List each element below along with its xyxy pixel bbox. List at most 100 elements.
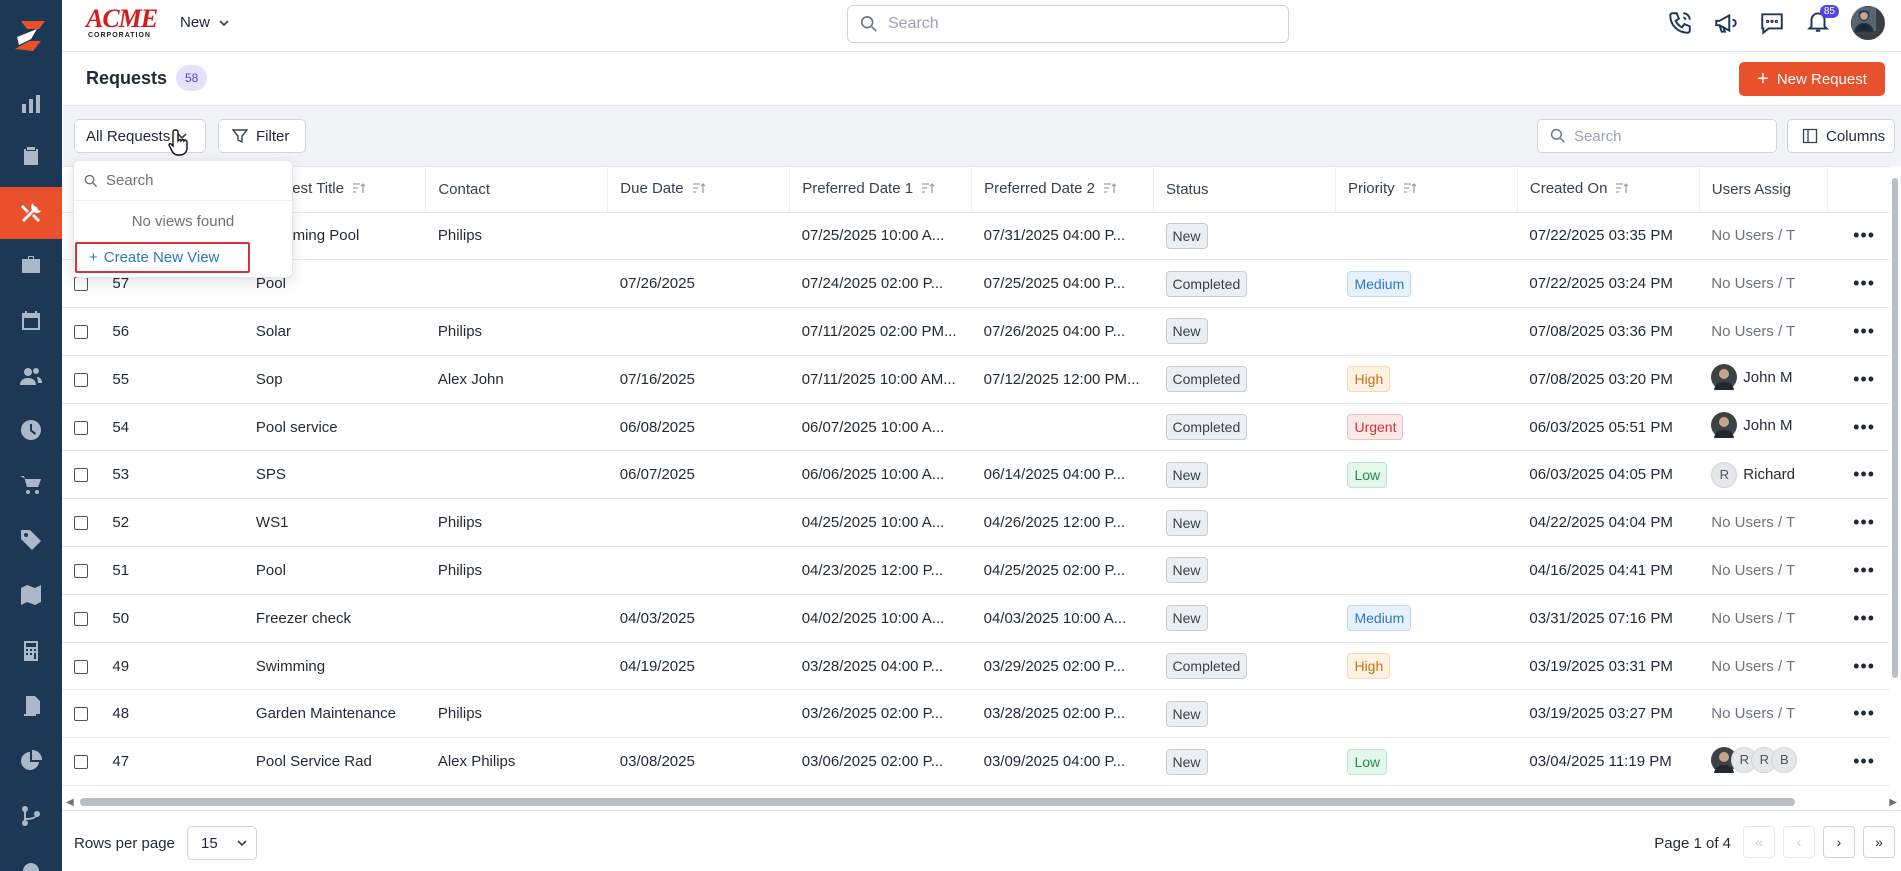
user-avatar[interactable] bbox=[1851, 6, 1885, 40]
request-title[interactable]: Swimming bbox=[243, 642, 426, 691]
column-header-users-assigned[interactable]: Users Assig bbox=[1699, 167, 1829, 213]
chat-icon[interactable] bbox=[1759, 10, 1785, 36]
dashboard-icon[interactable] bbox=[0, 78, 62, 130]
request-title[interactable]: Pool service bbox=[243, 403, 426, 452]
vertical-scrollbar[interactable] bbox=[1889, 166, 1901, 794]
sort-icon[interactable] bbox=[692, 181, 706, 198]
new-menu-button[interactable]: New bbox=[180, 14, 230, 31]
more-horizontal-icon: ••• bbox=[1853, 512, 1876, 533]
table-search-input[interactable] bbox=[1574, 127, 1764, 145]
horizontal-scrollbar[interactable]: ◀ ▶ bbox=[62, 794, 1901, 810]
column-header-contact[interactable]: Contact bbox=[425, 167, 609, 213]
preferred-date-1: 07/11/2025 02:00 PM... bbox=[789, 307, 972, 356]
request-title[interactable]: SPS bbox=[243, 450, 426, 500]
sort-icon[interactable] bbox=[1103, 181, 1117, 198]
table-row[interactable]: 53 SPS 06/07/2025 06/06/2025 10:00 A... 06/1… bbox=[62, 450, 1901, 500]
table-row[interactable]: 48 Garden Maintenance Philips 03/26/2025 02… bbox=[62, 689, 1901, 739]
preferred-date-1: 07/11/2025 10:00 AM... bbox=[789, 355, 972, 404]
row-checkbox[interactable] bbox=[74, 277, 88, 292]
last-page-button[interactable]: » bbox=[1863, 826, 1895, 858]
cart-icon[interactable] bbox=[0, 459, 62, 511]
row-checkbox[interactable] bbox=[74, 659, 88, 674]
megaphone-icon[interactable] bbox=[1713, 10, 1739, 36]
column-header-preferred-date-1[interactable]: Preferred Date 1 bbox=[789, 167, 973, 213]
table-row[interactable]: 51 Pool Philips 04/23/2025 12:00 P... 04/25/… bbox=[62, 546, 1901, 595]
assigned-user-name: John M bbox=[1743, 416, 1793, 434]
global-search-input[interactable] bbox=[888, 15, 1268, 33]
table-row[interactable]: 57 Pool 07/26/2025 07/24/2025 02:00 P... 07/… bbox=[62, 259, 1901, 309]
notifications-button[interactable]: 85 bbox=[1805, 5, 1839, 38]
table-row[interactable]: 54 Pool service 06/08/2025 06/07/2025 10:00… bbox=[62, 403, 1901, 452]
table-search[interactable] bbox=[1537, 119, 1777, 153]
row-checkbox[interactable] bbox=[74, 707, 88, 722]
column-header-priority[interactable]: Priority bbox=[1335, 167, 1518, 213]
horizontal-scroll-thumb[interactable] bbox=[80, 798, 1795, 806]
app-logo-icon[interactable] bbox=[0, 0, 62, 70]
sort-icon[interactable] bbox=[1615, 181, 1629, 198]
workflow-icon[interactable] bbox=[0, 790, 62, 842]
table-row[interactable]: 50 Freezer check 04/03/2025 04/02/2025 10:0… bbox=[62, 594, 1901, 643]
row-checkbox[interactable] bbox=[74, 564, 88, 578]
request-title[interactable]: Garden Maintenance bbox=[243, 689, 426, 739]
request-title[interactable]: Sop bbox=[243, 355, 426, 404]
row-checkbox[interactable] bbox=[74, 468, 88, 483]
row-checkbox[interactable] bbox=[74, 420, 88, 435]
table-row[interactable]: 52 WS1 Philips 04/25/2025 10:00 A... 04/26/2… bbox=[62, 498, 1901, 548]
request-title[interactable]: WS1 bbox=[243, 498, 426, 548]
map-icon[interactable] bbox=[0, 569, 62, 621]
scroll-left-arrow-icon[interactable]: ◀ bbox=[66, 797, 74, 808]
sort-icon[interactable] bbox=[1403, 181, 1417, 198]
assigned-users-text: No Users / T bbox=[1711, 705, 1796, 723]
request-title[interactable]: Solar bbox=[243, 307, 426, 356]
sort-icon[interactable] bbox=[921, 181, 935, 198]
tools-icon[interactable] bbox=[0, 187, 62, 239]
global-search[interactable] bbox=[847, 5, 1289, 43]
column-header-due-date[interactable]: Due Date bbox=[607, 167, 791, 213]
previous-page-button[interactable]: ‹ bbox=[1783, 826, 1815, 858]
views-search[interactable] bbox=[74, 161, 292, 201]
new-request-button[interactable]: + New Request bbox=[1739, 62, 1885, 96]
table-row[interactable]: 47 Pool Service Rad Alex Philips 03/08/2025… bbox=[62, 737, 1901, 787]
clipboard-check-icon[interactable] bbox=[0, 130, 62, 182]
first-page-button[interactable]: « bbox=[1743, 826, 1775, 858]
calculator-icon[interactable] bbox=[0, 625, 62, 677]
row-checkbox[interactable] bbox=[74, 611, 88, 626]
create-new-view-button[interactable]: + Create New View bbox=[75, 242, 250, 273]
documents-icon[interactable] bbox=[0, 680, 62, 732]
column-header-preferred-date-2[interactable]: Preferred Date 2 bbox=[971, 167, 1155, 213]
row-checkbox[interactable] bbox=[74, 516, 88, 531]
columns-button[interactable]: Columns bbox=[1787, 119, 1895, 153]
plus-icon: + bbox=[89, 249, 98, 266]
filter-button[interactable]: Filter bbox=[218, 119, 306, 153]
briefcase-icon[interactable] bbox=[0, 239, 62, 291]
request-title[interactable]: Freezer check bbox=[243, 594, 426, 643]
tag-icon[interactable] bbox=[0, 514, 62, 566]
column-header-status[interactable]: Status bbox=[1153, 167, 1336, 213]
table-row[interactable]: 58Swimming PoolPhilips07/25/2025 10:00 A… bbox=[62, 212, 1901, 261]
scroll-right-arrow-icon[interactable]: ▶ bbox=[1889, 797, 1897, 808]
calendar-icon[interactable] bbox=[0, 295, 62, 347]
contact: Philips bbox=[425, 689, 608, 739]
table-row[interactable]: 55 Sop Alex John 07/16/2025 07/11/2025 10:00… bbox=[62, 355, 1901, 404]
row-checkbox[interactable] bbox=[74, 325, 88, 340]
request-title[interactable]: Pool Service Rad bbox=[243, 737, 426, 787]
users-icon[interactable] bbox=[0, 350, 62, 402]
table-row[interactable]: 56 Solar Philips 07/11/2025 02:00 PM... 07/2… bbox=[62, 307, 1901, 356]
due-date: 06/07/2025 bbox=[607, 450, 790, 500]
phone-icon[interactable] bbox=[1667, 10, 1693, 36]
sort-icon[interactable] bbox=[352, 181, 366, 198]
clock-icon[interactable] bbox=[0, 404, 62, 456]
next-page-button[interactable]: › bbox=[1823, 826, 1855, 858]
pie-chart-icon[interactable] bbox=[0, 735, 62, 787]
settings-icon[interactable] bbox=[0, 845, 62, 871]
row-checkbox[interactable] bbox=[74, 372, 88, 387]
views-search-input[interactable] bbox=[106, 172, 276, 189]
request-id: 51 bbox=[100, 546, 244, 595]
row-checkbox[interactable] bbox=[74, 755, 88, 770]
status-badge: Completed bbox=[1165, 414, 1248, 441]
table-row[interactable]: 49 Swimming 04/19/2025 03/28/2025 04:00 P..… bbox=[62, 642, 1901, 691]
column-header-created-on[interactable]: Created On bbox=[1517, 167, 1700, 213]
rows-per-page-select[interactable]: 15 bbox=[187, 826, 257, 860]
vertical-scroll-thumb[interactable] bbox=[1892, 178, 1898, 678]
request-title[interactable]: Pool bbox=[243, 546, 426, 595]
